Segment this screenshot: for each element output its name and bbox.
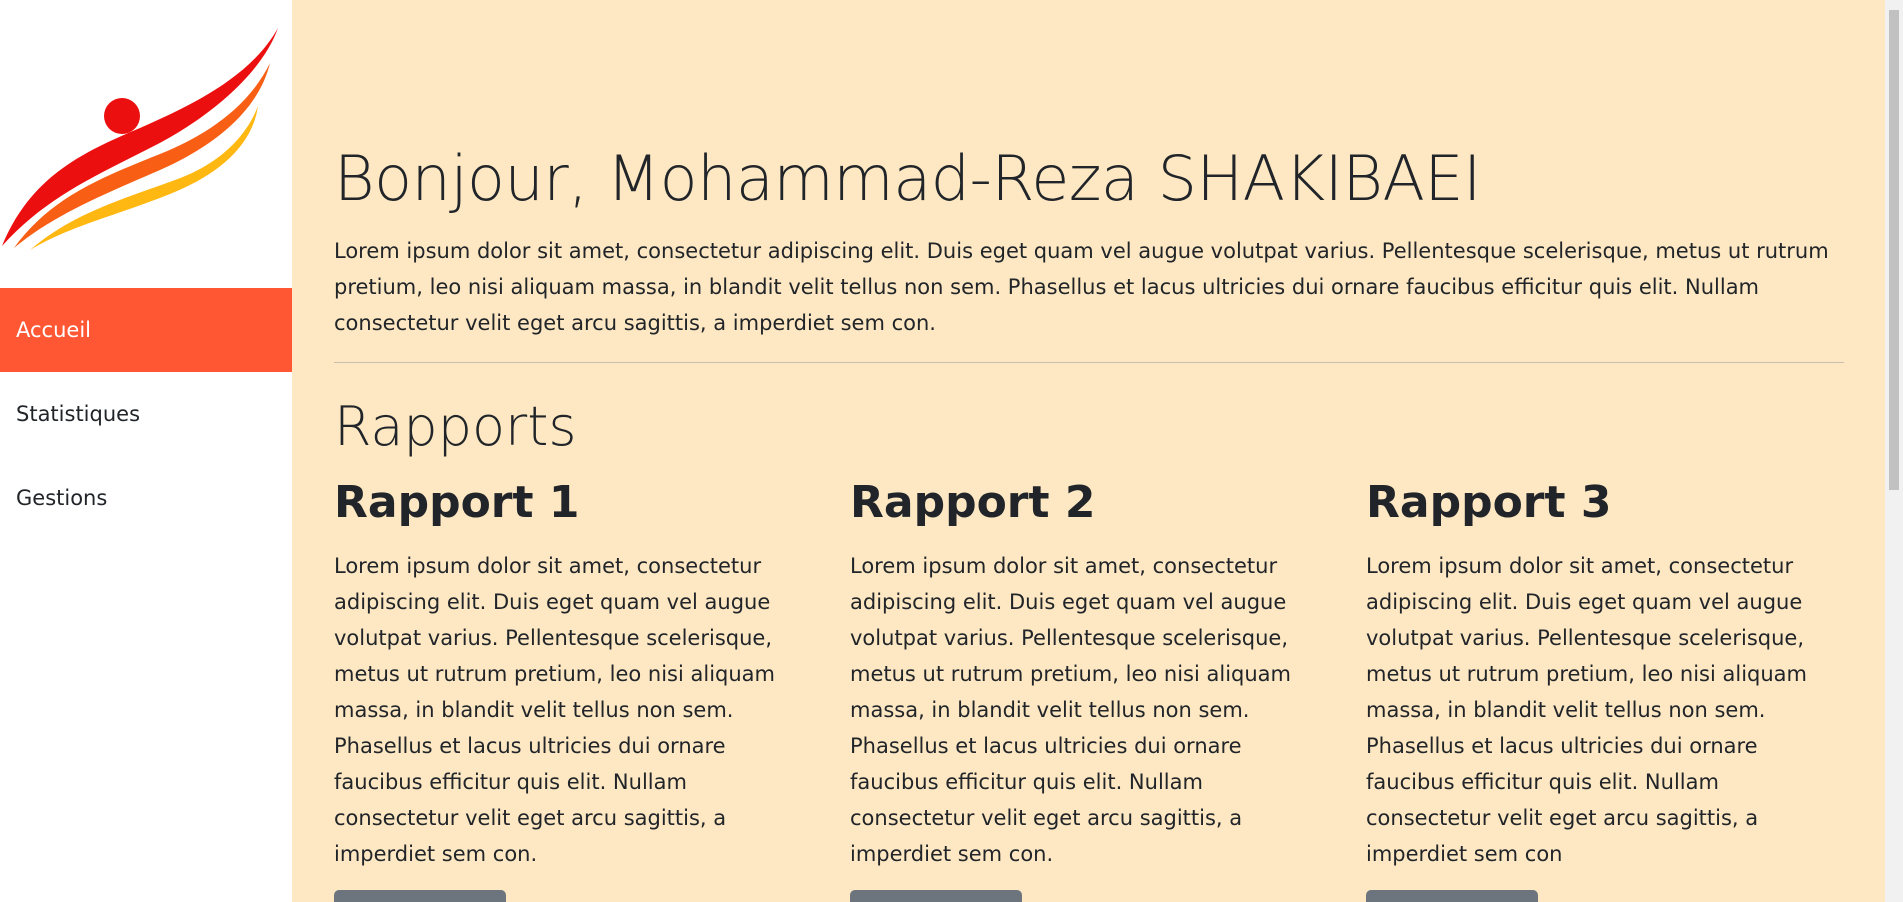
flame-runner-logo[interactable]	[0, 18, 282, 254]
intro-paragraph: Lorem ipsum dolor sit amet, consectetur …	[334, 239, 1829, 335]
report-card-1: Rapport 1 Lorem ipsum dolor sit amet, co…	[334, 470, 804, 902]
vertical-scrollbar[interactable]	[1885, 0, 1903, 902]
sidebar-item-accueil[interactable]: Accueil	[0, 288, 292, 372]
report-1-button[interactable]	[334, 890, 506, 902]
sidebar-item-statistiques[interactable]: Statistiques	[0, 372, 292, 456]
report-text: Lorem ipsum dolor sit amet, consectetur …	[1366, 554, 1807, 866]
divider	[334, 362, 1844, 363]
scrollbar-thumb[interactable]	[1889, 10, 1899, 490]
report-title: Rapport 2	[850, 477, 1096, 528]
section-title: Rapports	[334, 395, 577, 458]
report-card-2: Rapport 2 Lorem ipsum dolor sit amet, co…	[850, 470, 1320, 902]
report-text: Lorem ipsum dolor sit amet, consectetur …	[334, 554, 775, 866]
report-card-3: Rapport 3 Lorem ipsum dolor sit amet, co…	[1366, 470, 1836, 902]
page-title: Bonjour, Mohammad-Reza SHAKIBAEI	[334, 142, 1481, 215]
sidebar-item-label: Statistiques	[16, 402, 141, 426]
sidebar-item-label: Gestions	[16, 486, 108, 510]
sidebar: Accueil Statistiques Gestions	[0, 0, 292, 902]
report-title: Rapport 1	[334, 477, 580, 528]
report-2-button[interactable]	[850, 890, 1022, 902]
report-text: Lorem ipsum dolor sit amet, consectetur …	[850, 554, 1291, 866]
app-window: Accueil Statistiques Gestions Bonjour, M…	[0, 0, 1903, 902]
sidebar-item-gestions[interactable]: Gestions	[0, 456, 292, 540]
main-content: Bonjour, Mohammad-Reza SHAKIBAEI Lorem i…	[292, 0, 1885, 902]
report-3-button[interactable]	[1366, 890, 1538, 902]
sidebar-item-label: Accueil	[16, 318, 91, 342]
report-title: Rapport 3	[1366, 477, 1612, 528]
